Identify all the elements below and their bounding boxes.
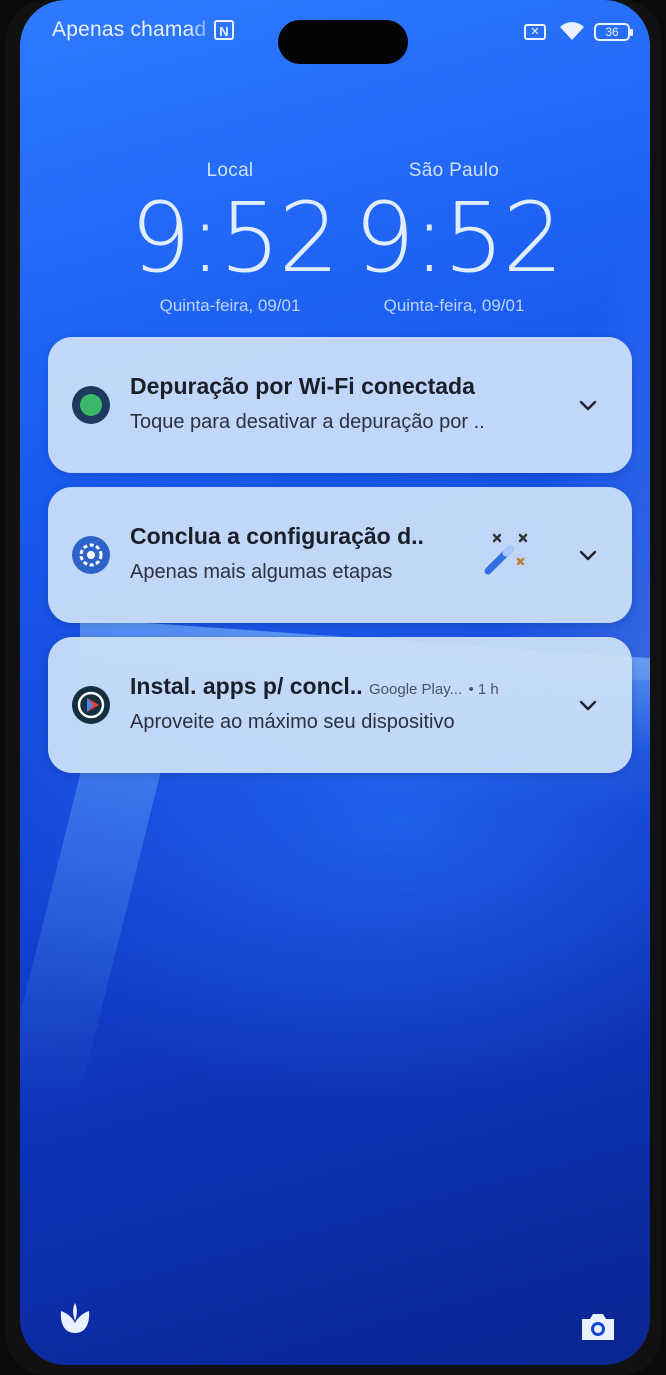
camera-icon[interactable]	[578, 1309, 618, 1345]
magic-wand-icon	[484, 533, 528, 575]
clock-city: Local	[206, 160, 254, 181]
clock-city: São Paulo	[408, 160, 500, 181]
clock-local: Local 9:52 Quinta-feira, 09/01	[130, 160, 340, 316]
lock-screen: Apenas chamad N ✕ 36 Local 9:52 Quinta-f…	[20, 0, 650, 1365]
notification-wifi-debugging[interactable]: Depuração por Wi-Fi conectada Toque para…	[48, 337, 632, 473]
status-bar: Apenas chamad N ✕ 36	[20, 12, 650, 64]
phone-frame: Apenas chamad N ✕ 36 Local 9:52 Quinta-f…	[6, 0, 662, 1375]
clock-date: Quinta-feira, 09/01	[383, 296, 525, 315]
carrier-text: Apenas chamad	[52, 18, 207, 41]
notification-body: Aproveite ao máximo seu dispositivo	[130, 711, 455, 733]
notification-body: Apenas mais algumas etapas	[130, 561, 393, 583]
notification-app-name: Google Play...	[369, 681, 463, 698]
google-play-icon	[72, 686, 110, 724]
chevron-down-icon[interactable]	[576, 543, 600, 567]
chevron-down-icon[interactable]	[576, 393, 600, 417]
notification-title-text: Instal. apps p/ concl..	[130, 673, 363, 699]
notification-install-apps[interactable]: Instal. apps p/ concl.. Google Play... •…	[48, 637, 632, 773]
chevron-down-icon[interactable]	[576, 693, 600, 717]
notification-title: Instal. apps p/ concl.. Google Play... •…	[130, 673, 499, 700]
notification-finish-setup[interactable]: Conclua a configuração d.. Apenas mais a…	[48, 487, 632, 623]
android-debug-icon	[72, 386, 110, 424]
notification-title: Depuração por Wi-Fi conectada	[130, 373, 475, 399]
clock-sao-paulo: São Paulo 9:52 Quinta-feira, 09/01	[354, 160, 564, 316]
flower-icon[interactable]	[56, 1299, 94, 1337]
wallpaper-light-streak	[20, 770, 162, 1100]
clock-time: 9:52	[130, 182, 340, 294]
wifi-icon	[558, 20, 586, 47]
settings-gear-icon	[72, 536, 110, 574]
sim-icon: ✕	[524, 24, 546, 40]
nfc-icon: N	[214, 20, 234, 40]
camera-cutout	[278, 20, 408, 64]
notification-body: Toque para desativar a depuração por ..	[130, 411, 485, 433]
clock-time: 9:52	[354, 182, 564, 294]
battery-icon: 36	[594, 23, 633, 41]
notification-title: Conclua a configuração d..	[130, 523, 424, 549]
clock-date: Quinta-feira, 09/01	[159, 296, 301, 315]
notification-time: • 1 h	[468, 681, 499, 698]
